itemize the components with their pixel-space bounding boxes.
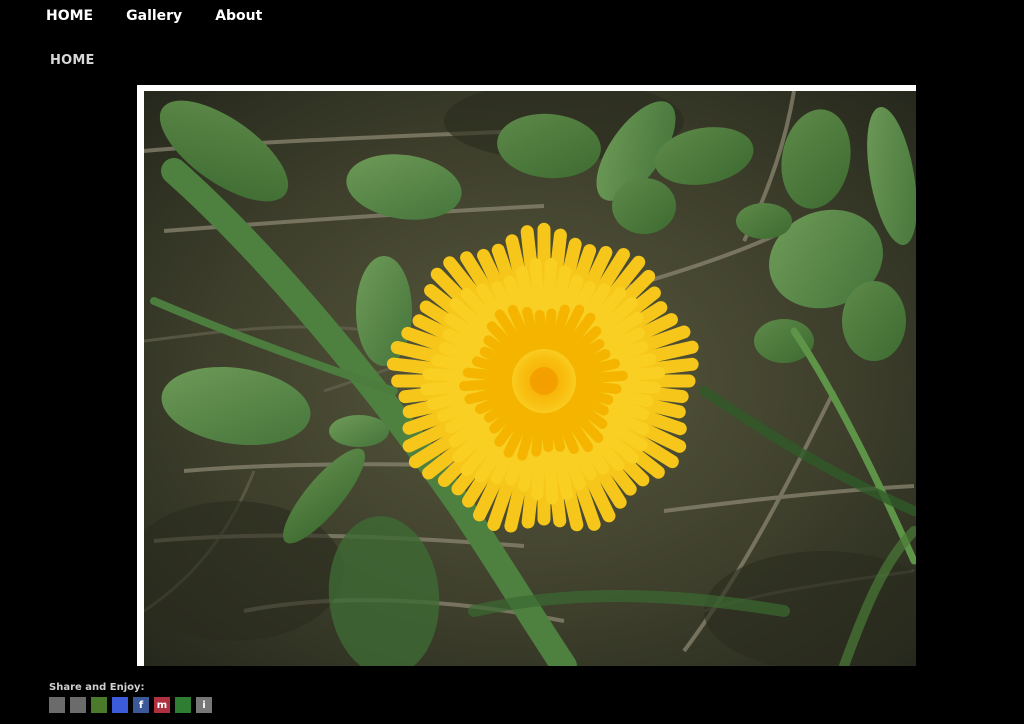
share-section: Share and Enjoy: f m i [49, 682, 212, 713]
page-title: HOME [50, 53, 95, 68]
mixx-icon[interactable]: m [154, 697, 170, 713]
dandelion-flower-graphic [386, 222, 699, 533]
page: HOME Gallery About HOME Share and Enjoy:… [0, 0, 1024, 724]
share-label: Share and Enjoy: [49, 682, 145, 693]
digg-icon[interactable] [70, 697, 86, 713]
nav-about-link[interactable]: About [215, 7, 262, 25]
google-icon[interactable] [175, 697, 191, 713]
dandelion-image [144, 91, 916, 666]
top-nav: HOME Gallery About [46, 5, 262, 27]
nav-home-link[interactable]: HOME [46, 7, 93, 25]
photo-frame [137, 85, 916, 666]
share-icons: f m i [49, 697, 212, 713]
dandelion-photo[interactable] [144, 91, 916, 666]
facebook-icon[interactable]: f [133, 697, 149, 713]
print-icon[interactable] [49, 697, 65, 713]
stumbleupon-icon[interactable] [91, 697, 107, 713]
delicious-icon[interactable] [112, 697, 128, 713]
info-icon[interactable]: i [196, 697, 212, 713]
nav-gallery-link[interactable]: Gallery [126, 7, 182, 25]
